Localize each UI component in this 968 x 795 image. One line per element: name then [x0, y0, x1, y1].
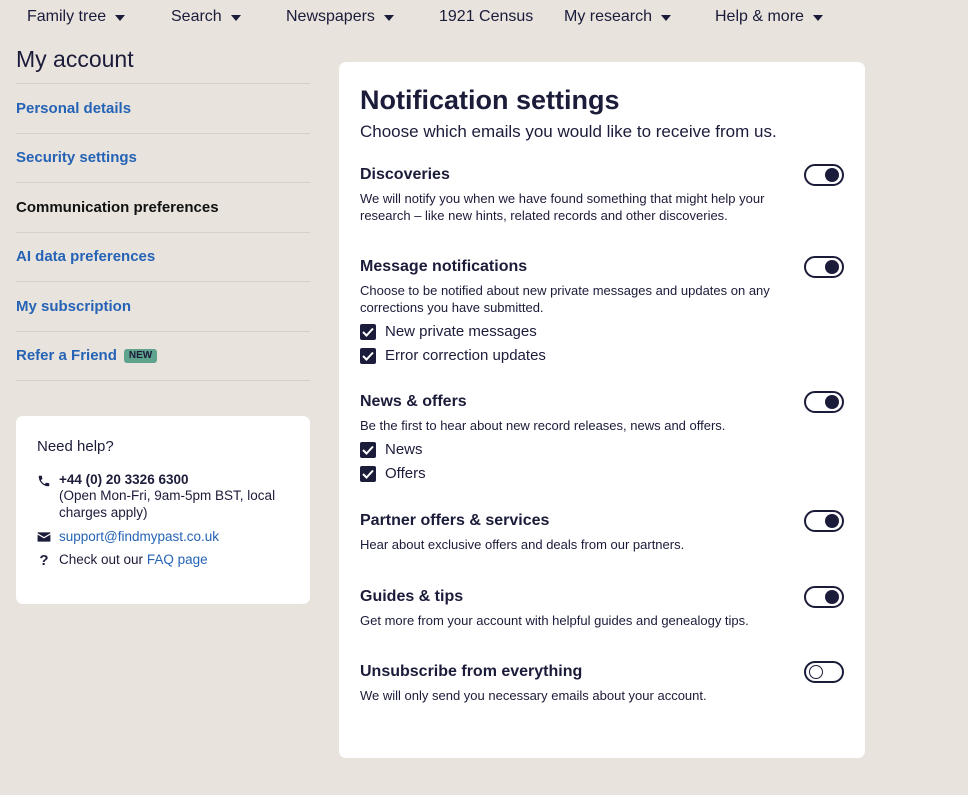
section-title: Unsubscribe from everything [360, 663, 583, 680]
nav-1921-census[interactable]: 1921 Census [439, 8, 533, 26]
option-new-private-messages[interactable]: New private messages [360, 323, 844, 340]
unsubscribe-toggle[interactable] [804, 661, 844, 683]
section-description: Get more from your account with helpful … [360, 613, 749, 628]
section-partner-offers: Partner offers & services Hear about exc… [360, 510, 844, 553]
page-subtitle: Choose which emails you would like to re… [360, 122, 777, 141]
question-mark-icon: ? [39, 552, 49, 569]
checkbox-checked[interactable] [360, 441, 376, 458]
sidebar-item-label: Security settings [16, 149, 137, 167]
nav-label: Search [171, 8, 222, 25]
section-title: Partner offers & services [360, 512, 550, 529]
help-phone-hours: (Open Mon-Fri, 9am-5pm BST, local charge… [59, 488, 276, 520]
section-description: We will only send you necessary emails a… [360, 688, 707, 703]
toggle-knob [825, 395, 839, 409]
option-error-correction-updates[interactable]: Error correction updates [360, 347, 844, 364]
page-title: Notification settings [360, 85, 620, 115]
checkbox-checked[interactable] [360, 347, 376, 364]
section-description: Choose to be notified about new private … [360, 283, 770, 315]
sidebar-title: My account [16, 46, 134, 72]
toggle-knob [825, 514, 839, 528]
checkmark-icon [362, 445, 374, 455]
nav-help-more[interactable]: Help & more [715, 8, 823, 26]
nav-family-tree[interactable]: Family tree [27, 8, 126, 26]
section-description: Be the first to hear about new record re… [360, 418, 726, 433]
envelope-icon [37, 531, 51, 543]
sidebar-item-personal-details[interactable]: Personal details [16, 84, 310, 134]
faq-link[interactable]: FAQ page [147, 552, 208, 567]
sidebar-item-my-subscription[interactable]: My subscription [16, 282, 310, 332]
toggle-knob [825, 260, 839, 274]
section-title: News & offers [360, 393, 467, 410]
help-faq-prefix: Check out our [59, 552, 144, 567]
section-discoveries: Discoveries We will notify you when we h… [360, 164, 844, 224]
chevron-down-icon [115, 15, 126, 21]
help-email-row: support@findmypast.co.uk [37, 529, 289, 544]
top-navigation: Family tree Search Newspapers 1921 Censu… [0, 0, 968, 36]
checkbox-checked[interactable] [360, 323, 376, 340]
checkmark-icon [362, 351, 374, 361]
news-offers-toggle[interactable] [804, 391, 844, 413]
toggle-knob [825, 168, 839, 182]
chevron-down-icon [812, 15, 823, 21]
sidebar-item-label: Personal details [16, 99, 132, 117]
new-badge: NEW [123, 348, 158, 363]
chevron-down-icon [383, 15, 394, 21]
help-card: Need help? +44 (0) 20 3326 6300 (Open Mo… [16, 416, 310, 604]
help-email-link[interactable]: support@findmypast.co.uk [59, 529, 219, 544]
section-guides-tips: Guides & tips Get more from your account… [360, 586, 844, 629]
checkmark-icon [362, 469, 374, 479]
nav-newspapers[interactable]: Newspapers [286, 8, 394, 26]
toggle-knob [809, 665, 823, 679]
sidebar-item-ai-data-preferences[interactable]: AI data preferences [16, 233, 310, 282]
section-title: Discoveries [360, 166, 450, 183]
nav-label: Newspapers [286, 8, 375, 25]
notification-settings-card: Notification settings Choose which email… [339, 62, 865, 758]
sidebar-item-refer-a-friend[interactable]: Refer a Friend NEW [16, 332, 310, 381]
section-title: Guides & tips [360, 588, 464, 605]
sidebar-item-label: Communication preferences [16, 198, 219, 216]
sidebar-item-security-settings[interactable]: Security settings [16, 134, 310, 183]
nav-label: My research [564, 8, 653, 25]
option-label: News [385, 441, 423, 458]
help-phone-number[interactable]: +44 (0) 20 3326 6300 [59, 472, 289, 487]
sidebar-item-label: AI data preferences [16, 248, 156, 266]
sidebar-item-label: Refer a Friend [16, 347, 117, 365]
account-sidebar: My account Personal details Security set… [16, 44, 310, 381]
help-faq-text: Check out our FAQ page [59, 552, 208, 567]
phone-icon [37, 474, 51, 488]
section-news-offers: News & offers Be the first to hear about… [360, 391, 844, 482]
sidebar-item-communication-preferences[interactable]: Communication preferences [16, 183, 310, 233]
option-label: New private messages [385, 323, 537, 340]
message-notifications-toggle[interactable] [804, 256, 844, 278]
checkbox-checked[interactable] [360, 465, 376, 482]
section-description: We will notify you when we have found so… [360, 191, 765, 223]
sidebar-menu: Personal details Security settings Commu… [16, 83, 310, 381]
option-offers[interactable]: Offers [360, 465, 844, 482]
nav-label: Family tree [27, 8, 107, 25]
nav-label: 1921 Census [439, 8, 534, 25]
option-label: Error correction updates [385, 347, 546, 364]
section-title: Message notifications [360, 258, 528, 275]
partner-offers-toggle[interactable] [804, 510, 844, 532]
section-unsubscribe: Unsubscribe from everything We will only… [360, 661, 844, 704]
help-faq-row: ? Check out our FAQ page [37, 552, 289, 569]
help-title: Need help? [37, 438, 114, 455]
guides-tips-toggle[interactable] [804, 586, 844, 608]
help-phone-row: +44 (0) 20 3326 6300 (Open Mon-Fri, 9am-… [37, 472, 289, 521]
sidebar-item-label: My subscription [16, 297, 132, 315]
nav-label: Help & more [715, 8, 804, 25]
nav-search[interactable]: Search [171, 8, 241, 26]
toggle-knob [825, 590, 839, 604]
checkmark-icon [362, 327, 374, 337]
option-label: Offers [385, 465, 426, 482]
chevron-down-icon [661, 15, 672, 21]
option-news[interactable]: News [360, 441, 844, 458]
section-description: Hear about exclusive offers and deals fr… [360, 537, 685, 552]
discoveries-toggle[interactable] [804, 164, 844, 186]
nav-my-research[interactable]: My research [564, 8, 672, 26]
section-message-notifications: Message notifications Choose to be notif… [360, 256, 844, 364]
chevron-down-icon [230, 15, 241, 21]
